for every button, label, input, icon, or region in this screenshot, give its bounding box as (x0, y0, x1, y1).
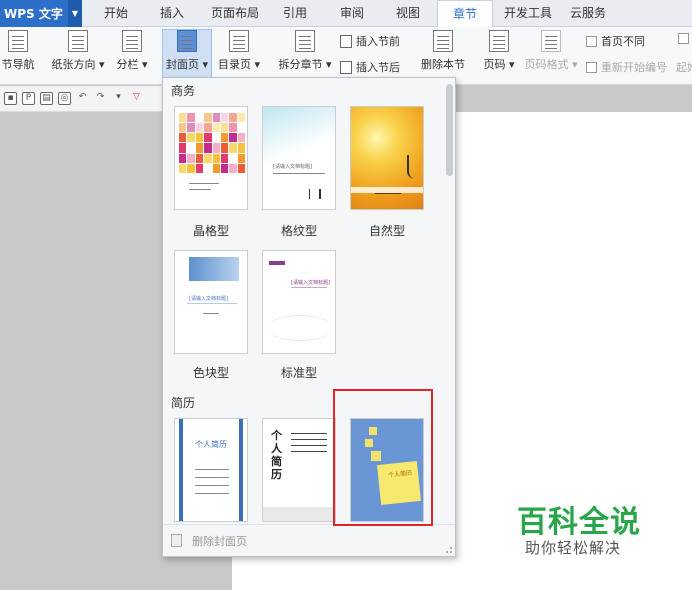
selection-highlight-box (333, 389, 433, 526)
toc-page-icon (229, 30, 249, 52)
cover-thumb-nature[interactable] (350, 106, 424, 210)
section-nav-icon (8, 30, 28, 52)
export-pdf-icon[interactable]: P (22, 92, 35, 105)
cover-page-button[interactable]: 封面页 ▾ (162, 29, 212, 81)
cover-thumb-standard[interactable]: [请输入文档标题] (262, 250, 336, 354)
section-title-business: 商务 (171, 84, 196, 98)
tab-references[interactable]: 引用 (278, 0, 312, 27)
tab-view[interactable]: 视图 (391, 0, 425, 27)
orientation-button[interactable]: 纸张方向 ▾ (48, 30, 108, 80)
lattice-mosaic (179, 113, 245, 173)
section-title-resume: 简历 (171, 396, 196, 410)
cover-page-icon (177, 30, 197, 52)
cover-label-standard: 标准型 (280, 366, 317, 380)
delete-cover-button[interactable]: 删除封面页 (163, 524, 455, 556)
start-label-truncated: 起始 (676, 61, 692, 74)
tab-developer[interactable]: 开发工具 (500, 0, 556, 27)
page-number-format-icon (541, 30, 561, 52)
split-section-icon (295, 30, 315, 52)
cover-label-plaid: 格纹型 (280, 224, 317, 238)
page-number-button[interactable]: 页码 ▾ (480, 30, 518, 80)
insert-before-icon (340, 34, 352, 48)
orientation-icon (68, 30, 88, 52)
gallery-scroll-thumb[interactable] (446, 84, 453, 176)
first-page-different-checkbox[interactable]: 首页不同 (586, 33, 645, 49)
print-preview-icon[interactable]: ◎ (58, 92, 71, 105)
tab-cloud[interactable]: 云服务 (566, 0, 610, 27)
tab-insert[interactable]: 插入 (152, 0, 192, 27)
delete-section-icon (433, 30, 453, 52)
insert-before-button[interactable]: 插入节前 (340, 33, 400, 49)
print-icon[interactable]: ▤ (40, 92, 53, 105)
ribbon-tab-bar: WPS 文字 ▼ 开始 插入 页面布局 引用 审阅 视图 章节 开发工具 云服务 (0, 0, 692, 28)
app-menu-button[interactable]: WPS 文字 ▼ (0, 0, 82, 27)
cover-label-nature: 自然型 (368, 224, 405, 238)
redo-icon[interactable]: ↷ (94, 92, 107, 105)
split-section-button[interactable]: 拆分章节 ▾ (276, 30, 334, 80)
columns-button[interactable]: 分栏 ▾ (112, 30, 152, 80)
extra-tool-icon[interactable]: ▽ (130, 92, 143, 105)
save-icon[interactable]: ▪ (4, 92, 17, 105)
page-number-format-button[interactable]: 页码格式 ▾ (522, 30, 580, 80)
barcode-icon (309, 189, 321, 199)
toc-page-button[interactable]: 目录页 ▾ (216, 30, 262, 80)
restart-numbering-checkbox[interactable]: 重新开始编号 (586, 59, 667, 75)
gallery-scrollbar[interactable] (445, 80, 454, 520)
delete-section-button[interactable]: 删除本节 (418, 30, 468, 80)
quick-access-toolbar: ▪ P ▤ ◎ ↶ ↷ ▾ ▽ (0, 86, 162, 112)
section-nav-button[interactable]: 节导航 (0, 30, 36, 80)
cover-thumb-lattice[interactable] (174, 106, 248, 210)
app-title: WPS 文字 (4, 7, 63, 21)
app-menu-dropdown-icon[interactable]: ▼ (68, 0, 82, 27)
watermark-title: 百科全说 (517, 505, 641, 540)
cover-thumb-plaid[interactable]: [请输入文档标题] (262, 106, 336, 210)
delete-cover-icon (171, 534, 182, 547)
cover-label-color-block: 色块型 (192, 366, 229, 380)
customize-dropdown-icon[interactable]: ▾ (112, 92, 125, 105)
page-number-icon (489, 30, 509, 52)
cover-thumb-color-block[interactable]: [请输入文档标题] (174, 250, 248, 354)
columns-icon (122, 30, 142, 52)
resume-thumb-1[interactable]: 个人简历 (174, 418, 248, 522)
insert-after-button[interactable]: 插入节后 (340, 59, 400, 75)
panel-resize-grip[interactable] (446, 547, 452, 553)
watermark-subtitle: 助你轻松解决 (525, 539, 622, 557)
tab-page-layout[interactable]: 页面布局 (207, 0, 263, 27)
undo-icon[interactable]: ↶ (76, 92, 89, 105)
resume-thumb-2[interactable]: 个人简历 (262, 418, 336, 522)
tab-home[interactable]: 开始 (96, 0, 136, 27)
tab-chapter[interactable]: 章节 (437, 0, 493, 28)
overflow-checkbox[interactable] (678, 33, 692, 44)
tab-review[interactable]: 审阅 (335, 0, 369, 27)
cover-label-lattice: 晶格型 (192, 224, 229, 238)
tree-silhouette-icon (407, 155, 417, 179)
insert-after-icon (340, 60, 352, 74)
